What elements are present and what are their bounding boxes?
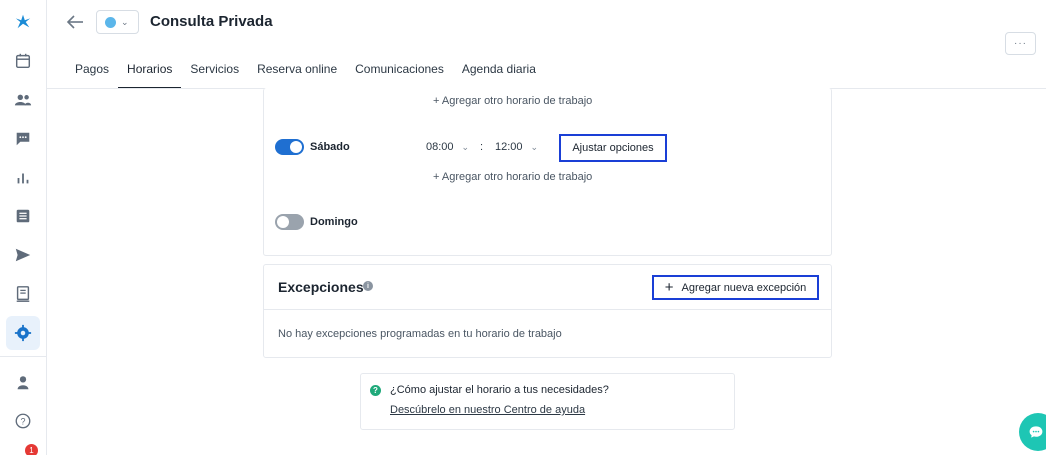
tab-pagos[interactable]: Pagos [66, 62, 118, 89]
calendar-icon[interactable] [6, 44, 40, 78]
exceptions-divider [264, 309, 831, 310]
sunday-label: Domingo [310, 216, 358, 228]
sidebar-divider [0, 356, 47, 357]
saturday-start-select[interactable]: 08:00 ⌄ [426, 141, 469, 153]
exceptions-title: Excepciones [278, 279, 364, 295]
settings-gear-icon[interactable] [6, 316, 40, 350]
help-question: ¿Cómo ajustar el horario a tus necesidad… [390, 384, 609, 396]
adjust-options-label: Ajustar opciones [572, 142, 654, 154]
chat-button[interactable] [1019, 413, 1046, 451]
toggle-knob [290, 141, 302, 153]
saturday-toggle[interactable] [275, 139, 304, 155]
chat-bubble-icon [1029, 426, 1043, 438]
svg-text:?: ? [20, 417, 25, 427]
doctor-profile-icon[interactable] [6, 366, 40, 400]
messages-icon[interactable] [6, 122, 40, 156]
add-work-hours-link[interactable]: + Agregar otro horario de trabajo [433, 171, 592, 183]
tab-reserva-online[interactable]: Reserva online [248, 62, 346, 89]
notification-badge[interactable]: 1 [25, 444, 38, 455]
status-dot-icon [105, 16, 116, 28]
help-circle-icon[interactable]: ? [6, 404, 40, 438]
billing-icon[interactable] [6, 277, 40, 311]
chevron-down-icon: ⌄ [530, 141, 539, 152]
tab-comunicaciones[interactable]: Comunicaciones [346, 62, 453, 89]
exceptions-empty-text: No hay excepciones programadas en tu hor… [278, 328, 562, 340]
saturday-label: Sábado [310, 141, 350, 153]
chevron-down-icon: ⌄ [461, 141, 470, 152]
tab-bar: Pagos Horarios Servicios Reserva online … [66, 62, 545, 89]
sidebar: ? 1 [0, 0, 47, 455]
back-arrow-icon[interactable] [64, 12, 86, 32]
time-separator: : [480, 141, 484, 153]
sunday-toggle[interactable] [275, 214, 304, 230]
brand-logo-icon[interactable] [6, 5, 40, 39]
help-box: ? ¿Cómo ajustar el horario a tus necesid… [360, 373, 735, 430]
tab-servicios[interactable]: Servicios [181, 62, 248, 89]
toggle-knob [277, 216, 289, 228]
records-icon[interactable] [6, 199, 40, 233]
end-time-value: 12:00 [495, 141, 523, 153]
start-time-value: 08:00 [426, 141, 454, 153]
send-icon[interactable] [6, 238, 40, 272]
chevron-down-icon: ⌄ [121, 16, 129, 27]
info-icon[interactable]: i [363, 281, 373, 291]
add-exception-label: Agregar nueva excepción [681, 281, 807, 294]
plus-icon: + [664, 278, 674, 296]
patients-icon[interactable] [6, 83, 40, 117]
add-work-hours-link[interactable]: + Agregar otro horario de trabajo [433, 95, 592, 107]
add-exception-button[interactable]: + Agregar nueva excepción [652, 275, 819, 300]
app: ? 1 ⌄ Consulta Privada ··· Pagos Horario… [0, 0, 1046, 455]
stats-icon[interactable] [6, 161, 40, 195]
page-title: Consulta Privada [150, 13, 273, 30]
exceptions-card: Excepciones i + Agregar nueva excepción … [263, 264, 832, 358]
status-select[interactable]: ⌄ [96, 10, 139, 34]
tab-horarios[interactable]: Horarios [118, 62, 182, 89]
adjust-options-button[interactable]: Ajustar opciones [559, 134, 667, 162]
saturday-end-select[interactable]: 12:00 ⌄ [495, 141, 538, 153]
schedule-card: + Agregar otro horario de trabajo Sábado… [263, 88, 832, 256]
tab-agenda-diaria[interactable]: Agenda diaria [453, 62, 545, 89]
help-center-link[interactable]: Descúbrelo en nuestro Centro de ayuda [390, 404, 585, 416]
help-question-icon: ? [370, 385, 381, 396]
more-options-button[interactable]: ··· [1005, 32, 1036, 55]
